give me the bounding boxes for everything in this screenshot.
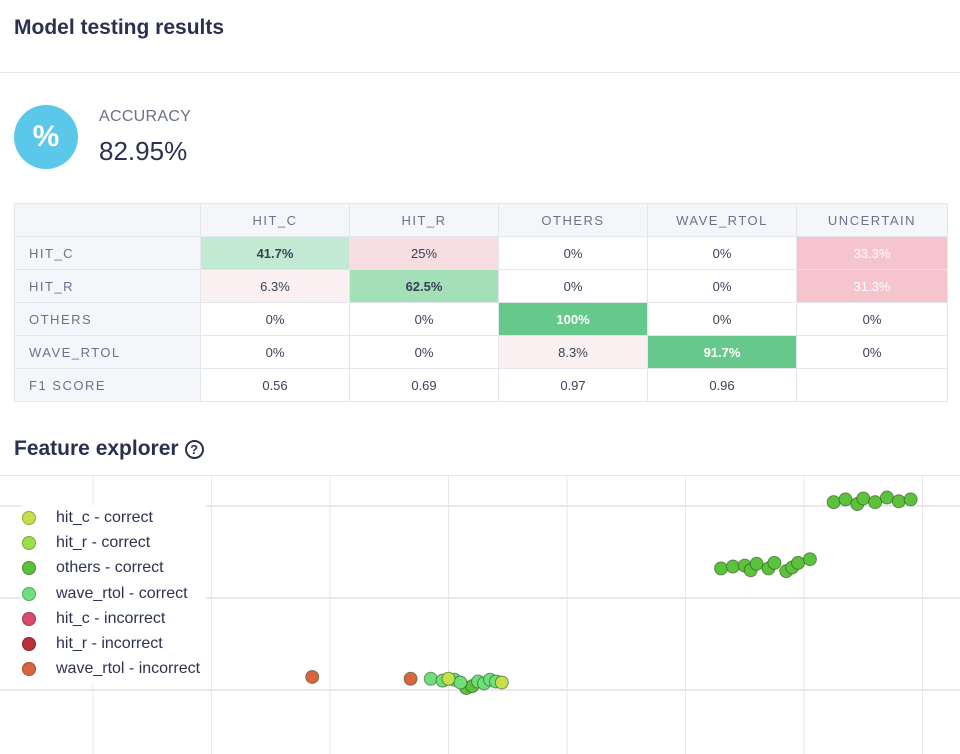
scatter-point xyxy=(441,671,456,686)
legend-swatch xyxy=(22,510,36,525)
legend-swatch xyxy=(22,586,36,601)
matrix-cell: 33.3% xyxy=(796,236,948,270)
feature-explorer-label: Feature explorer xyxy=(14,437,179,460)
f1-cell: 0.97 xyxy=(498,368,648,402)
plot-points xyxy=(305,490,918,695)
matrix-cell: 100% xyxy=(498,302,648,336)
scatter-point xyxy=(725,559,740,574)
legend-label: wave_rtol - correct xyxy=(56,584,188,602)
matrix-cell: 31.3% xyxy=(796,269,948,303)
scatter-point xyxy=(826,495,841,510)
matrix-cell: 0% xyxy=(647,269,797,303)
row-header: OTHERS xyxy=(14,302,201,336)
table-row: WAVE_RTOL 0% 0% 8.3% 91.7% 0% xyxy=(14,335,948,369)
percent-icon: % xyxy=(14,105,78,169)
matrix-cell: 8.3% xyxy=(498,335,648,369)
matrix-cell: 0% xyxy=(796,302,948,336)
legend-swatch xyxy=(22,611,36,626)
legend-item[interactable]: hit_r - correct xyxy=(22,530,200,555)
scatter-point xyxy=(305,669,320,684)
scatter-point xyxy=(791,555,806,570)
legend-swatch xyxy=(22,662,36,677)
scatter-point xyxy=(453,675,468,690)
accuracy-value: 82.95% xyxy=(99,136,188,166)
scatter-point xyxy=(856,491,871,506)
legend-label: hit_r - correct xyxy=(56,533,151,551)
row-header: F1 SCORE xyxy=(14,368,201,402)
page-title: Model testing results xyxy=(14,16,225,39)
header-divider xyxy=(0,72,960,73)
legend-label: hit_c - correct xyxy=(56,508,153,526)
column-header: WAVE_RTOL xyxy=(647,203,797,237)
corner-cell xyxy=(14,203,201,237)
f1-cell: 0.56 xyxy=(200,368,350,402)
legend-item[interactable]: others - correct xyxy=(22,556,200,581)
matrix-cell: 0% xyxy=(498,269,648,303)
scatter-point xyxy=(891,494,906,509)
scatter-point xyxy=(838,492,853,507)
column-header: HIT_C xyxy=(200,203,350,237)
help-circle-icon[interactable]: ? xyxy=(184,439,204,459)
confusion-matrix: HIT_C HIT_R OTHERS WAVE_RTOL UNCERTAIN H… xyxy=(14,203,948,402)
feature-explorer-title: Feature explorer ? xyxy=(14,437,204,461)
scatter-point xyxy=(403,671,418,686)
matrix-cell: 0% xyxy=(200,335,350,369)
legend-label: others - correct xyxy=(56,559,164,577)
matrix-cell: 6.3% xyxy=(200,269,350,303)
f1-cell: 0.96 xyxy=(647,368,797,402)
legend-label: hit_c - incorrect xyxy=(56,609,166,627)
legend-label: wave_rtol - incorrect xyxy=(56,660,201,678)
scatter-point xyxy=(868,495,883,510)
matrix-cell: 0% xyxy=(498,236,648,270)
table-row: OTHERS 0% 0% 100% 0% 0% xyxy=(14,302,948,336)
table-row: HIT_R 6.3% 62.5% 0% 0% 31.3% xyxy=(14,269,948,303)
scatter-point xyxy=(802,552,817,567)
scatter-point xyxy=(749,556,764,571)
accuracy-label: ACCURACY xyxy=(99,108,192,125)
legend-item[interactable]: hit_r - incorrect xyxy=(22,631,200,656)
f1-cell xyxy=(796,368,948,402)
table-row: F1 SCORE 0.56 0.69 0.97 0.96 xyxy=(14,368,948,402)
matrix-cell: 41.7% xyxy=(200,236,350,270)
table-row: HIT_C 41.7% 25% 0% 0% 33.3% xyxy=(14,236,948,270)
scatter-legend: hit_c - correct hit_r - correct others -… xyxy=(22,505,207,683)
column-header: HIT_R xyxy=(349,203,499,237)
legend-label: hit_r - incorrect xyxy=(56,635,163,653)
confusion-matrix-header: HIT_C HIT_R OTHERS WAVE_RTOL UNCERTAIN xyxy=(14,203,948,237)
scatter-point xyxy=(879,490,894,505)
legend-item[interactable]: wave_rtol - incorrect xyxy=(22,657,200,682)
legend-item[interactable]: hit_c - correct xyxy=(22,505,200,530)
scatter-point xyxy=(767,555,782,570)
scatter-point xyxy=(423,671,438,686)
legend-swatch xyxy=(22,535,36,550)
column-header: UNCERTAIN xyxy=(796,203,948,237)
matrix-cell: 0% xyxy=(647,302,797,336)
scatter-point xyxy=(714,561,729,576)
legend-swatch xyxy=(22,637,36,652)
matrix-cell: 62.5% xyxy=(349,269,499,303)
matrix-cell: 0% xyxy=(647,236,797,270)
f1-cell: 0.69 xyxy=(349,368,499,402)
column-header: OTHERS xyxy=(498,203,648,237)
matrix-cell: 0% xyxy=(349,335,499,369)
matrix-cell: 0% xyxy=(349,302,499,336)
row-header: HIT_C xyxy=(14,236,201,270)
legend-item[interactable]: wave_rtol - correct xyxy=(22,581,200,606)
legend-item[interactable]: hit_c - incorrect xyxy=(22,606,200,631)
accuracy-card: % ACCURACY 82.95% xyxy=(0,92,230,188)
matrix-cell: 25% xyxy=(349,236,499,270)
matrix-cell: 91.7% xyxy=(647,335,797,369)
matrix-cell: 0% xyxy=(200,302,350,336)
row-header: WAVE_RTOL xyxy=(14,335,201,369)
scatter-point xyxy=(494,675,509,690)
legend-swatch xyxy=(22,561,36,576)
row-header: HIT_R xyxy=(14,269,201,303)
scatter-point xyxy=(903,492,918,507)
matrix-cell: 0% xyxy=(796,335,948,369)
